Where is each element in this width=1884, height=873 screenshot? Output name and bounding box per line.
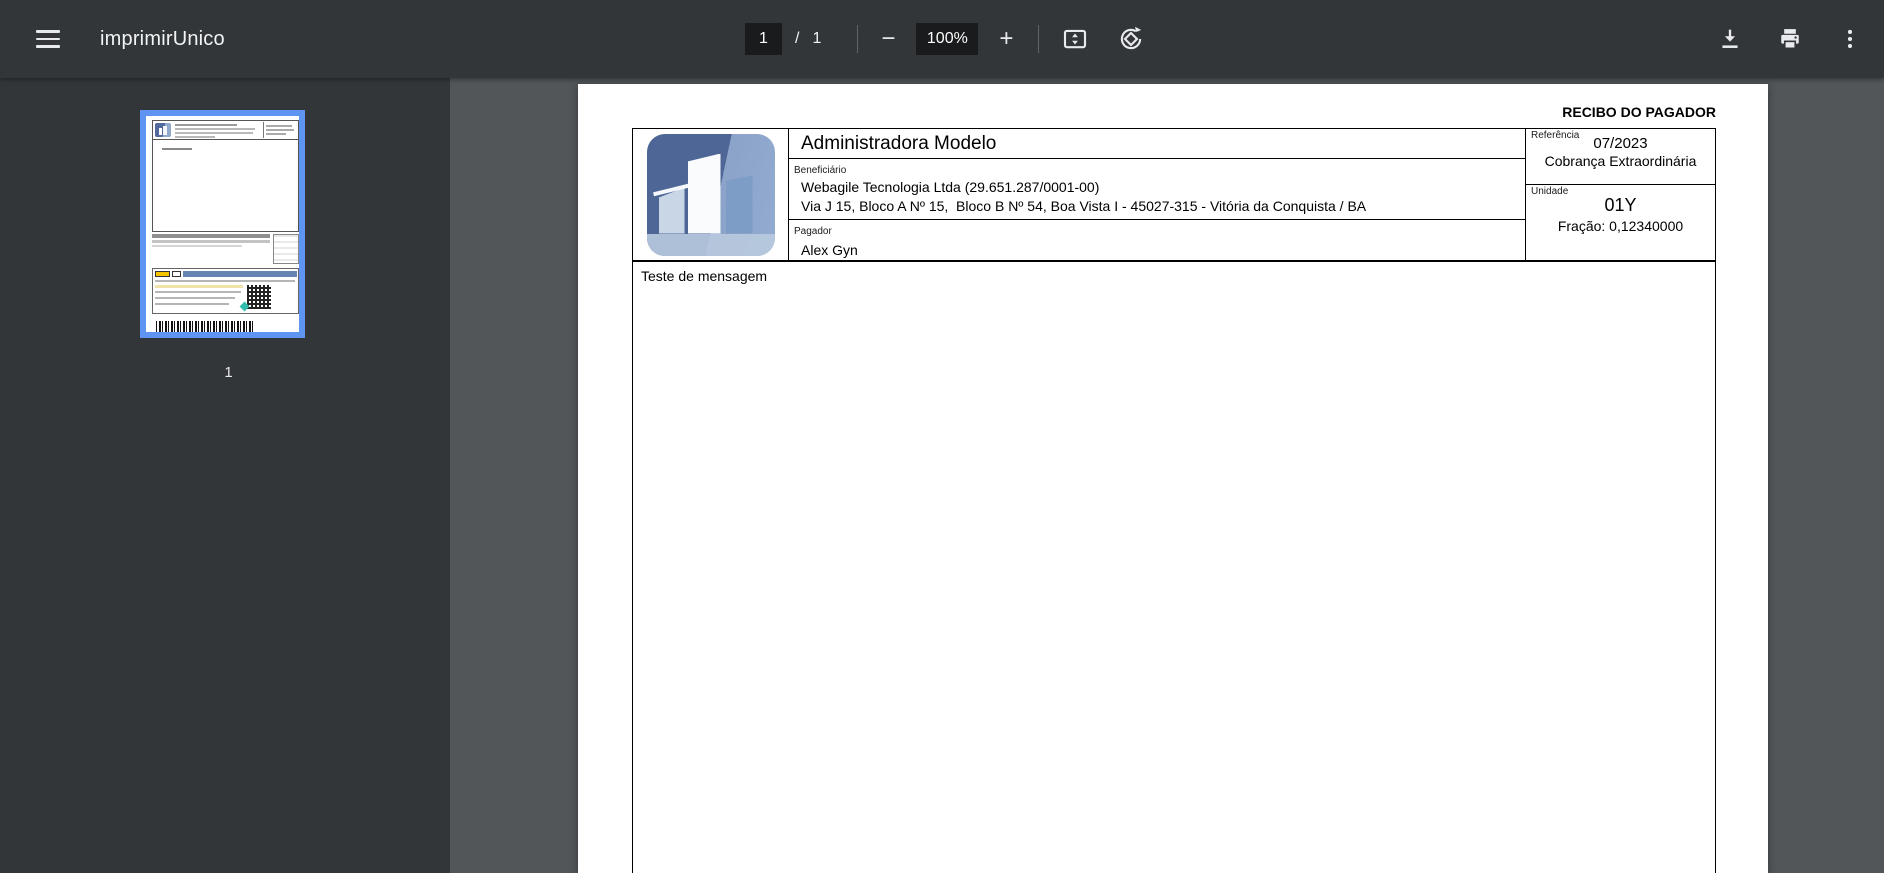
thumbnail-field-row: [155, 285, 243, 288]
fit-to-page-button[interactable]: [1053, 17, 1097, 61]
page-number-input[interactable]: 1: [745, 23, 782, 55]
download-icon: [1716, 25, 1744, 53]
thumbnail-totals-column: [273, 234, 299, 264]
fit-to-page-icon: [1060, 24, 1090, 54]
recibo-reference-cell: Referência 07/2023 Cobrança Extraordinár…: [1526, 129, 1715, 260]
thumbnail-mini-document: [152, 120, 299, 232]
thumbnail-field-row: [155, 291, 241, 293]
thumbnail-qr-code: [247, 285, 271, 309]
message-box: Teste de mensagem: [632, 261, 1716, 873]
logo-building-right: [726, 176, 753, 234]
thumbnail-field-row: [155, 280, 295, 282]
logo-building-center: [688, 154, 721, 234]
thumbnail-table-row: [152, 240, 270, 243]
thumbnail-bank-code: [172, 271, 181, 277]
page-thumbnail[interactable]: [140, 110, 305, 338]
pagador-section: Pagador Alex Gyn: [789, 220, 1525, 260]
pdf-page: RECIBO DO PAGADOR Administradora Modelo …: [578, 84, 1768, 873]
beneficiario-section: Beneficiário Webagile Tecnologia Ltda (2…: [789, 159, 1525, 220]
page-divider: /: [795, 30, 799, 48]
logo-building-left: [659, 188, 685, 234]
unidade-fracao: Fração: 0,12340000: [1526, 218, 1715, 234]
hamburger-menu-button[interactable]: [26, 17, 70, 61]
beneficiario-name: Webagile Tecnologia Ltda (29.651.287/000…: [794, 178, 1525, 197]
thumbnail-digitable-line: [183, 271, 297, 277]
kebab-menu-icon: [1837, 26, 1863, 52]
company-name: Administradora Modelo: [789, 129, 1525, 159]
thumbnail-field-row: [155, 303, 229, 305]
thumbnail-table-row: [152, 234, 270, 238]
recibo-title: RECIBO DO PAGADOR: [1562, 104, 1716, 120]
pdf-viewport: RECIBO DO PAGADOR Administradora Modelo …: [450, 78, 1884, 873]
zoom-level-display[interactable]: 100%: [916, 23, 978, 55]
thumbnail-barcode: [156, 321, 254, 332]
unidade-codigo: 01Y: [1526, 195, 1715, 216]
referencia-tipo: Cobrança Extraordinária: [1526, 153, 1715, 169]
thumbnail-text-line: [175, 124, 237, 126]
print-icon: [1776, 25, 1804, 53]
toolbar-separator: [1038, 25, 1039, 53]
thumbnail-message-line: [162, 148, 192, 150]
recibo-main-cell: Administradora Modelo Beneficiário Webag…: [789, 129, 1526, 260]
beneficiario-label: Beneficiário: [794, 165, 846, 176]
zoom-out-button[interactable]: −: [866, 17, 910, 61]
download-button[interactable]: [1708, 17, 1752, 61]
more-options-button[interactable]: [1828, 17, 1872, 61]
thumbnail-table-row: [152, 245, 242, 247]
minus-icon: −: [881, 27, 895, 51]
thumbnail-field-row: [155, 297, 235, 299]
print-button[interactable]: [1768, 17, 1812, 61]
message-text: Teste de mensagem: [641, 268, 767, 284]
company-logo: [647, 134, 775, 256]
document-title: imprimirUnico: [100, 28, 225, 51]
company-logo-cell: [633, 129, 789, 260]
rotate-counterclockwise-icon: [1116, 24, 1146, 54]
rotate-button[interactable]: [1109, 17, 1153, 61]
zoom-in-button[interactable]: +: [984, 17, 1028, 61]
beneficiario-address: Via J 15, Bloco A Nº 15, Bloco B Nº 54, …: [794, 197, 1525, 216]
thumbnail-text-line: [175, 136, 215, 138]
thumbnail-mini-boleto: [152, 268, 299, 314]
thumbnail-mini-header: [153, 121, 298, 140]
toolbar-page-controls: 1 / 1 − 100% +: [745, 0, 1153, 78]
pagador-label: Pagador: [794, 226, 832, 237]
thumbnail-bank-logo: [155, 271, 170, 277]
pdf-toolbar: imprimirUnico 1 / 1 − 100% +: [0, 0, 1884, 78]
hamburger-menu-icon: [36, 30, 60, 48]
toolbar-actions: [1708, 0, 1872, 78]
plus-icon: +: [999, 27, 1013, 51]
logo-reflection: [647, 234, 775, 256]
thumbnail-page-number: 1: [140, 364, 317, 381]
toolbar-separator: [857, 25, 858, 53]
page-count: 1: [812, 30, 821, 48]
referencia-section: Referência 07/2023 Cobrança Extraordinár…: [1526, 129, 1715, 185]
recibo-header-table: Administradora Modelo Beneficiário Webag…: [632, 128, 1716, 261]
thumbnail-sidebar: 1: [0, 78, 450, 873]
thumbnail-mini-logo: [155, 123, 171, 137]
thumbnail-mini-reference-box: [263, 122, 297, 138]
thumbnail-text-line: [175, 128, 255, 130]
thumbnail-text-line: [175, 132, 253, 134]
unidade-section: Unidade 01Y Fração: 0,12340000: [1526, 185, 1715, 260]
pagador-name: Alex Gyn: [794, 242, 1525, 258]
